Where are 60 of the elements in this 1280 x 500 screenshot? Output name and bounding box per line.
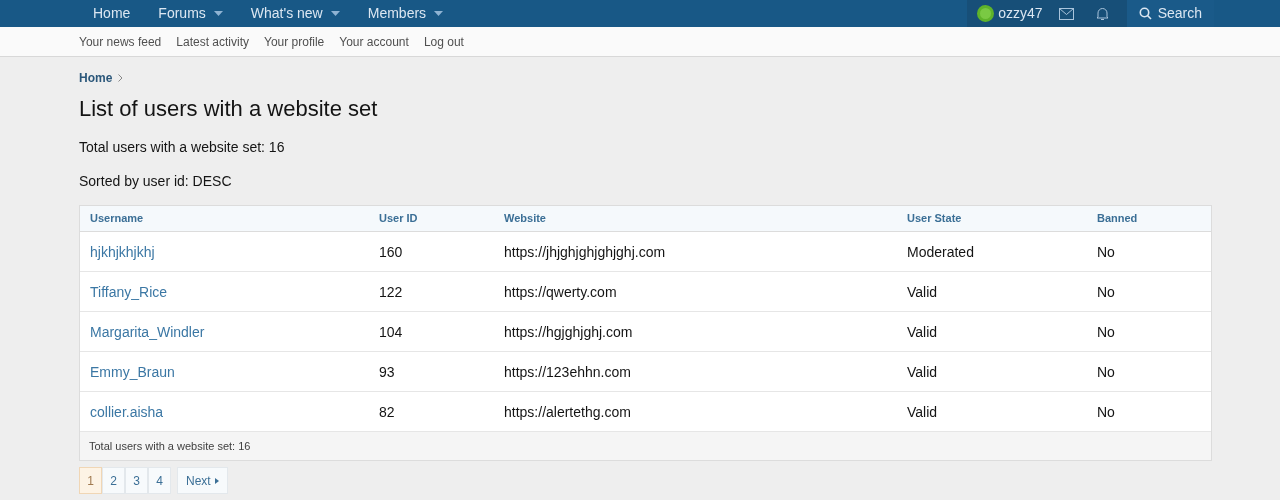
subnav-link[interactable]: Your news feed	[79, 32, 162, 51]
page-link[interactable]: 1	[79, 467, 102, 494]
username-link[interactable]: hjkhjkhjkhj	[90, 243, 155, 260]
column-header: User ID	[379, 211, 419, 227]
table-cell: Valid	[907, 323, 938, 340]
page-title: List of users with a website set	[79, 95, 379, 123]
column-header: User State	[907, 211, 963, 227]
table-cell: https://hgjghjghj.com	[504, 323, 633, 340]
table-cell: Valid	[907, 363, 938, 380]
subnav-link[interactable]: Log out	[423, 32, 464, 51]
table-cell: 82	[379, 403, 395, 420]
nav-tab[interactable]: Forums	[144, 3, 237, 24]
table-cell: No	[1097, 243, 1115, 260]
chevron-right-icon	[118, 74, 124, 82]
table-cell: 104	[379, 323, 403, 340]
page-link[interactable]: 4	[148, 467, 171, 494]
table-cell: No	[1097, 283, 1115, 300]
username-link[interactable]: collier.aisha	[90, 403, 164, 420]
breadcrumb-link[interactable]: Home	[79, 69, 113, 87]
caret-icon	[434, 11, 444, 16]
page-link[interactable]: 2	[102, 467, 125, 494]
nav-tab[interactable]: Members	[353, 3, 458, 24]
table-cell: 93	[379, 363, 395, 380]
table-cell: No	[1097, 363, 1115, 380]
username-link[interactable]: Emmy_Braun	[90, 363, 175, 380]
username-link[interactable]: Tiffany_Rice	[90, 283, 168, 300]
column-header: Website	[504, 211, 547, 227]
table-cell: 160	[379, 243, 403, 260]
username-link[interactable]: Margarita_Windler	[90, 323, 205, 340]
table-cell: Valid	[907, 403, 938, 420]
caret-icon	[330, 11, 340, 16]
subnav-link[interactable]: Latest activity	[176, 32, 249, 51]
table-cell: https://jhjghjghjghjghj.com	[504, 243, 666, 260]
table-cell: https://alertethg.com	[504, 403, 631, 420]
page-link[interactable]: 3	[125, 467, 148, 494]
user-link[interactable]: ozzy47	[973, 3, 1047, 24]
table-cell: No	[1097, 323, 1115, 340]
table-cell: Valid	[907, 283, 938, 300]
caret-right-icon	[214, 477, 219, 484]
table-cell: 122	[379, 283, 403, 300]
subnav-link[interactable]: Your profile	[264, 32, 325, 51]
table-cell: Moderated	[907, 243, 974, 260]
nav-tab[interactable]: Home	[79, 3, 145, 24]
summary-text: Sorted by user id: DESC	[79, 172, 233, 191]
next-page-button[interactable]: Next	[177, 467, 228, 494]
table-cell: https://qwerty.com	[504, 283, 617, 300]
bell-icon[interactable]	[1095, 6, 1109, 21]
mail-icon[interactable]	[1058, 7, 1074, 20]
summary-text: Total users with a website set: 16	[79, 138, 286, 157]
search-icon	[1138, 7, 1152, 20]
column-header: Username	[90, 211, 145, 227]
table-cell: https://123ehhn.com	[504, 363, 631, 380]
subnav-link[interactable]: Your account	[339, 32, 409, 51]
column-header: Banned	[1097, 211, 1139, 227]
avatar-icon	[977, 5, 995, 22]
nav-tab[interactable]: What's new	[236, 3, 354, 24]
search-button[interactable]: Search	[1126, 0, 1214, 27]
caret-icon	[213, 11, 223, 16]
table-cell: No	[1097, 403, 1115, 420]
table-footer: Total users with a website set: 16	[80, 432, 1211, 460]
